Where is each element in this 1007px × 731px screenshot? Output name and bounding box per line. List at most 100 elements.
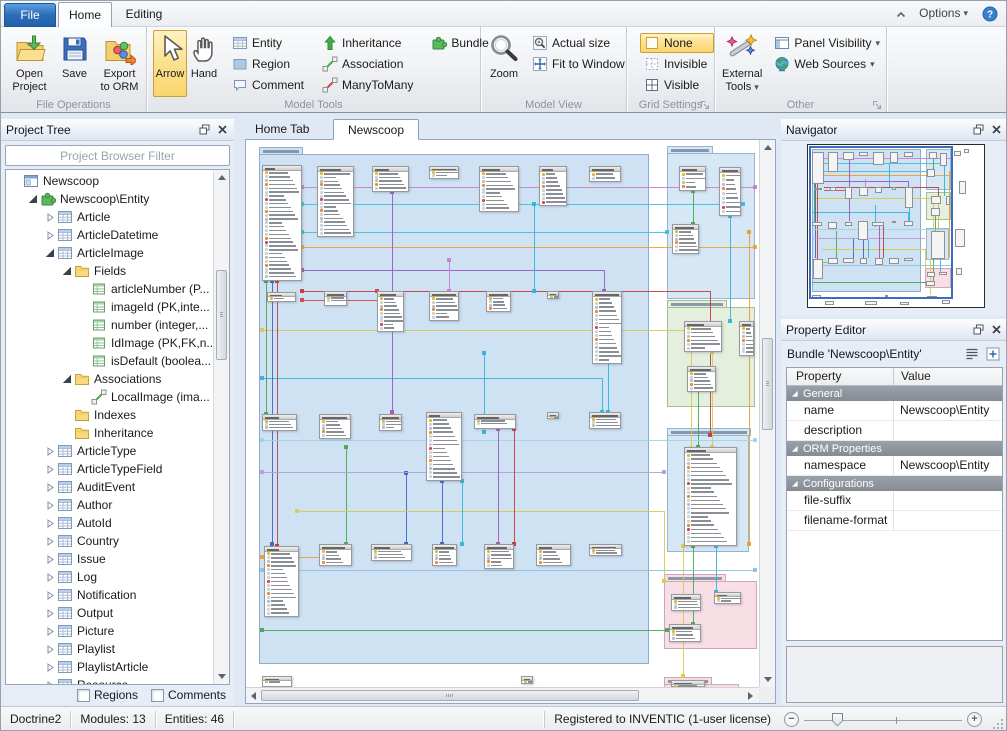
tab-home[interactable]: Home	[58, 2, 112, 27]
property-row-name[interactable]: nameNewscoop\Entity	[787, 401, 1002, 421]
zoom-slider-thumb[interactable]	[832, 713, 843, 727]
dialog-launcher-icon[interactable]	[872, 99, 883, 110]
property-value[interactable]: Newscoop\Entity	[893, 401, 1002, 420]
entity-box[interactable]	[486, 291, 511, 312]
entity-box[interactable]	[671, 680, 705, 687]
doc-tab-home[interactable]: Home Tab	[241, 119, 323, 140]
dialog-launcher-icon[interactable]	[700, 99, 711, 110]
tree-item-author[interactable]: Author	[6, 496, 213, 514]
tree-item-inheritance[interactable]: Inheritance	[6, 424, 213, 442]
property-value[interactable]	[893, 491, 1002, 510]
canvas-horizontal-scrollbar[interactable]	[246, 687, 759, 703]
ribbon-button-export-to-orm[interactable]: Exportto ORM	[97, 30, 142, 97]
ribbon-button-save[interactable]: Save	[52, 30, 97, 97]
property-group-configurations[interactable]: Configurations	[787, 476, 1002, 491]
entity-box[interactable]	[589, 544, 622, 556]
tree-item-associations[interactable]: Associations	[6, 370, 213, 388]
tree-item-number-integer[interactable]: number (integer,...	[6, 316, 213, 334]
expander-icon[interactable]	[44, 501, 57, 510]
expander-icon[interactable]	[44, 591, 57, 600]
tree-item-articletypefield[interactable]: ArticleTypeField	[6, 460, 213, 478]
ribbon-button-region[interactable]: Region	[228, 54, 311, 74]
entity-box[interactable]	[479, 166, 519, 212]
tree-item-notification[interactable]: Notification	[6, 586, 213, 604]
entity-box[interactable]	[671, 594, 701, 611]
tree-item-articleimage[interactable]: ArticleImage	[6, 244, 213, 262]
tree-item-auditevent[interactable]: AuditEvent	[6, 478, 213, 496]
property-value[interactable]	[893, 421, 1002, 440]
entity-box[interactable]	[592, 291, 622, 364]
scroll-up-icon[interactable]	[214, 170, 229, 185]
entity-box[interactable]	[679, 166, 706, 191]
entity-box[interactable]	[377, 291, 404, 332]
expander-icon[interactable]	[44, 681, 57, 685]
tree-item-isdefault-boolea[interactable]: isDefault (boolea...	[6, 352, 213, 370]
entity-box[interactable]	[262, 165, 302, 281]
expander-icon[interactable]	[44, 645, 57, 654]
ribbon-button-entity[interactable]: Entity	[228, 33, 311, 53]
expander-icon[interactable]	[44, 447, 57, 456]
entity-box[interactable]	[547, 412, 559, 419]
ribbon-button-zoom[interactable]: Zoom	[487, 30, 521, 97]
collapse-ribbon-button[interactable]	[894, 8, 908, 22]
entity-box[interactable]	[714, 592, 741, 604]
tree-item-indexes[interactable]: Indexes	[6, 406, 213, 424]
ribbon-button-external-tools[interactable]: ExternalTools ▾	[721, 30, 763, 97]
entity-box[interactable]	[719, 167, 741, 216]
ribbon-button-web-sources[interactable]: Web Sources▾	[770, 54, 887, 74]
ribbon-button-manytomany[interactable]: ManyToMany	[318, 75, 420, 95]
expander-icon[interactable]	[61, 375, 74, 384]
scroll-down-icon[interactable]	[214, 669, 229, 684]
expander-icon[interactable]	[44, 555, 57, 564]
property-list-view-icon[interactable]	[963, 346, 981, 363]
tree-item-log[interactable]: Log	[6, 568, 213, 586]
tab-editing[interactable]: Editing	[114, 2, 174, 27]
entity-box[interactable]	[262, 676, 292, 687]
property-add-icon[interactable]	[984, 346, 1002, 363]
column-property[interactable]: Property	[787, 368, 893, 385]
tree-item-articlenumber-p[interactable]: articleNumber (P...	[6, 280, 213, 298]
entity-box[interactable]	[539, 166, 567, 206]
close-panel-icon[interactable]	[215, 124, 229, 136]
tree-item-country[interactable]: Country	[6, 532, 213, 550]
expander-icon[interactable]	[44, 537, 57, 546]
zoom-out-button[interactable]: −	[784, 712, 799, 727]
column-value[interactable]: Value	[893, 368, 1002, 385]
property-row-namespace[interactable]: namespaceNewscoop\Entity	[787, 456, 1002, 476]
scrollbar-thumb[interactable]	[216, 270, 227, 360]
navigator-viewport[interactable]	[809, 146, 953, 299]
entity-box[interactable]	[426, 412, 462, 481]
close-panel-icon[interactable]	[989, 324, 1003, 336]
zoom-slider-track[interactable]	[804, 712, 962, 728]
property-value[interactable]: Newscoop\Entity	[893, 456, 1002, 475]
tree-item-article[interactable]: Article	[6, 208, 213, 226]
tree-item-playlistarticle[interactable]: PlaylistArticle	[6, 658, 213, 676]
ribbon-button-none[interactable]: None	[640, 33, 714, 53]
property-group-general[interactable]: General	[787, 386, 1002, 401]
entity-box[interactable]	[432, 544, 457, 566]
tree-item-fields[interactable]: Fields	[6, 262, 213, 280]
expander-icon[interactable]	[44, 573, 57, 582]
ribbon-button-inheritance[interactable]: Inheritance	[318, 33, 420, 53]
entity-box[interactable]	[429, 291, 459, 321]
scroll-up-icon[interactable]	[760, 140, 775, 155]
scrollbar-thumb[interactable]	[261, 690, 639, 701]
tree-item-localimage-ima[interactable]: LocalImage (ima...	[6, 388, 213, 406]
tree-item-newscoop-entity[interactable]: Newscoop\Entity	[6, 190, 213, 208]
ribbon-button-comment[interactable]: Comment	[228, 75, 311, 95]
ribbon-button-arrow[interactable]: Arrow	[153, 30, 187, 97]
expander-icon[interactable]	[44, 249, 57, 258]
entity-box[interactable]	[684, 321, 722, 352]
entity-box[interactable]	[672, 224, 699, 254]
tree-item-resource[interactable]: Resource	[6, 676, 213, 684]
entity-box[interactable]	[484, 544, 514, 569]
expander-icon[interactable]	[44, 627, 57, 636]
tree-item-imageid-pk-inte[interactable]: imageId (PK,inte...	[6, 298, 213, 316]
tree-item-picture[interactable]: Picture	[6, 622, 213, 640]
entity-box[interactable]	[669, 624, 701, 642]
entity-box[interactable]	[429, 166, 459, 179]
entity-box[interactable]	[319, 414, 351, 439]
property-row-description[interactable]: description	[787, 421, 1002, 441]
regions-checkbox[interactable]: Regions	[77, 688, 138, 702]
float-panel-icon[interactable]	[971, 124, 985, 136]
